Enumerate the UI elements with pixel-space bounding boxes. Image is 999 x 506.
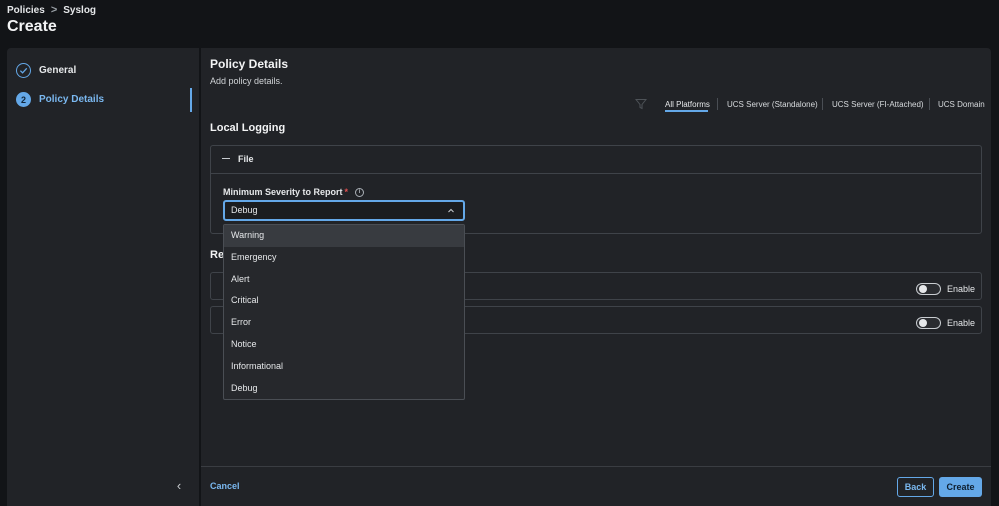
dropdown-option-critical[interactable]: Critical: [224, 290, 464, 312]
dropdown-option-error[interactable]: Error: [224, 312, 464, 334]
footer-divider: [201, 466, 991, 467]
tab-separator: [822, 98, 823, 110]
info-icon[interactable]: i: [355, 187, 365, 197]
toggle-knob: [919, 319, 927, 327]
severity-select[interactable]: Debug: [223, 200, 465, 221]
tab-ucs-server-fi-attached[interactable]: UCS Server (FI-Attached): [832, 100, 924, 109]
check-circle-icon: [16, 63, 31, 78]
collapse-minus-icon[interactable]: [222, 158, 230, 159]
cancel-button[interactable]: Cancel: [210, 481, 240, 491]
step-policy-details[interactable]: 2 Policy Details: [16, 92, 104, 107]
breadcrumb: Policies > Syslog: [7, 4, 96, 16]
local-logging-heading: Local Logging: [210, 122, 286, 134]
tab-ucs-server-standalone[interactable]: UCS Server (Standalone): [727, 100, 818, 109]
enable-toggle-label: Enable: [947, 284, 976, 294]
panel-subtitle: Add policy details.: [210, 76, 283, 86]
collapse-sidebar-button[interactable]: ‹: [172, 478, 186, 494]
section-divider: [211, 173, 981, 174]
tab-ucs-domain[interactable]: UCS Domain: [938, 100, 985, 109]
dropdown-option-emergency[interactable]: Emergency: [224, 247, 464, 269]
create-button[interactable]: Create: [939, 477, 982, 497]
enable-toggle[interactable]: [916, 317, 941, 329]
panel-title: Policy Details: [210, 57, 289, 71]
page-title: Create: [7, 18, 57, 35]
chevron-right-icon: >: [50, 4, 58, 16]
active-step-marker: [190, 88, 192, 112]
breadcrumb-item-policies[interactable]: Policies: [7, 5, 45, 16]
wizard-steps-panel: General 2 Policy Details: [7, 48, 199, 506]
step-general[interactable]: General: [16, 63, 76, 78]
filter-icon[interactable]: [635, 98, 647, 110]
step-label: General: [39, 65, 77, 76]
step-label: Policy Details: [39, 94, 105, 105]
severity-label-text: Minimum Severity to Report: [223, 187, 343, 197]
tab-all-platforms[interactable]: All Platforms: [665, 100, 710, 109]
severity-dropdown-list: Warning Emergency Alert Critical Error N…: [223, 224, 465, 400]
back-button[interactable]: Back: [897, 477, 934, 497]
tab-selected-underline: [665, 110, 708, 112]
required-asterisk: *: [344, 187, 349, 197]
enable-toggle-label: Enable: [947, 318, 976, 328]
dropdown-option-informational[interactable]: Informational: [224, 356, 464, 378]
severity-field-label: Minimum Severity to Report * i: [223, 187, 365, 197]
breadcrumb-item-syslog[interactable]: Syslog: [63, 5, 96, 16]
tab-separator: [717, 98, 718, 110]
file-section-title[interactable]: File: [238, 154, 254, 164]
severity-select-value: Debug: [231, 205, 258, 215]
tab-separator: [929, 98, 930, 110]
dropdown-option-alert[interactable]: Alert: [224, 269, 464, 291]
step-number-badge: 2: [16, 92, 31, 107]
dropdown-option-warning[interactable]: Warning: [224, 225, 464, 247]
dropdown-option-notice[interactable]: Notice: [224, 334, 464, 356]
toggle-knob: [919, 285, 927, 293]
chevron-up-icon: [447, 202, 455, 225]
enable-toggle[interactable]: [916, 283, 941, 295]
remote-logging-heading: Re: [210, 249, 225, 261]
dropdown-option-debug[interactable]: Debug: [224, 378, 464, 400]
